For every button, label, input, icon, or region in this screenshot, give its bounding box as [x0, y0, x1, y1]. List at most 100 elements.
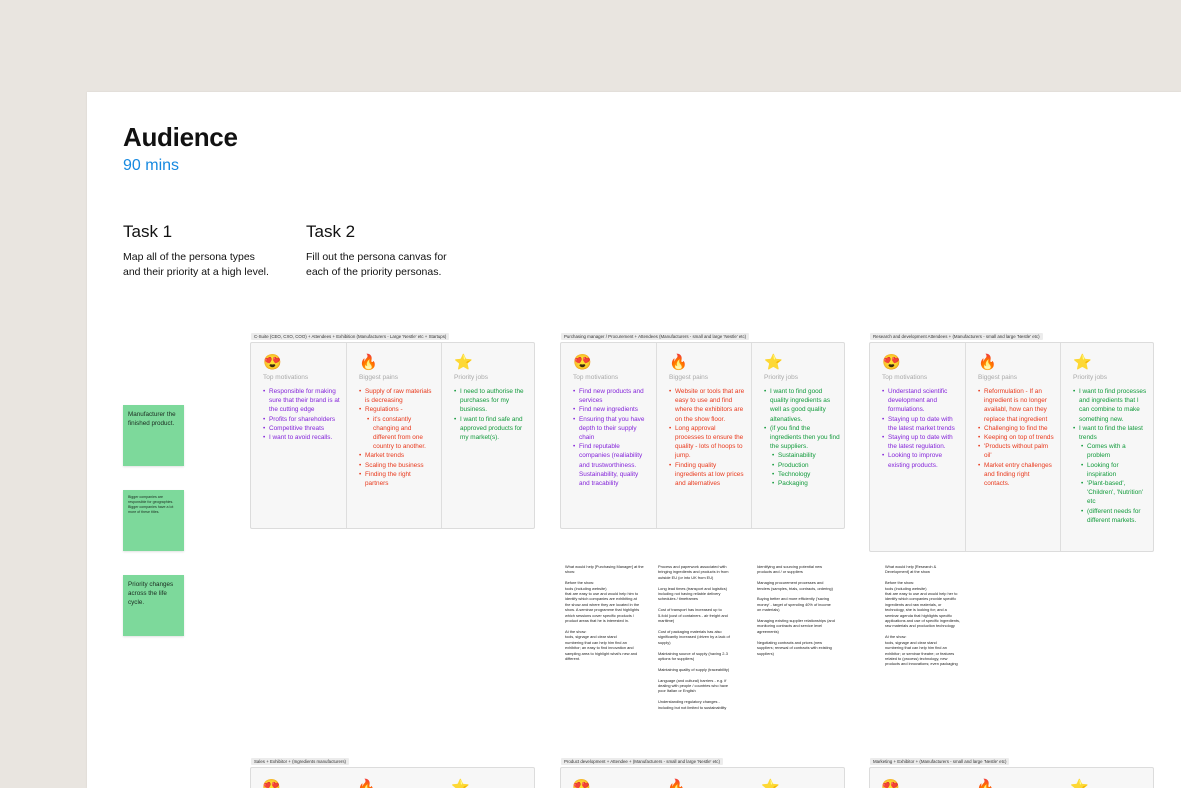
- list-item[interactable]: Find reputable companies (realiability a…: [573, 442, 650, 488]
- star-emoji-icon: ⭐: [761, 779, 780, 788]
- list-item[interactable]: Website or tools that are easy to use an…: [669, 387, 745, 424]
- bullet-list: Responsible for making sure that their b…: [263, 387, 340, 442]
- bullet-list: Find new products and servicesFind new i…: [573, 387, 650, 488]
- list-item[interactable]: Staying up to date with the latest marke…: [882, 415, 959, 433]
- frame-label[interactable]: Marketing + Exhibitor + (Manufacturers -…: [870, 758, 1010, 765]
- list-item[interactable]: Supply of raw materials is decreasing: [359, 387, 435, 405]
- star-emoji-icon: ⭐: [1070, 779, 1089, 788]
- sticky-note[interactable]: Bigger companies are responsible for geo…: [123, 490, 184, 551]
- fire-emoji-icon: 🔥: [978, 354, 997, 371]
- fire-emoji-icon: 🔥: [976, 779, 995, 788]
- fire-emoji-icon: 🔥: [667, 779, 686, 788]
- fire-emoji-icon: 🔥: [669, 354, 688, 371]
- heart-eyes-emoji-icon: 😍: [262, 779, 281, 788]
- list-item[interactable]: Production: [764, 461, 840, 470]
- sticky-note[interactable]: Priority changes across the life cycle.: [123, 575, 184, 636]
- list-item[interactable]: Understand scientific development and fo…: [882, 387, 959, 415]
- heart-eyes-emoji-icon: 😍: [881, 779, 900, 788]
- duration-label: 90 mins: [123, 157, 180, 174]
- heart-eyes-emoji-icon: 😍: [573, 354, 592, 371]
- list-item[interactable]: I need to authorise the purchases for my…: [454, 387, 530, 415]
- list-item[interactable]: (if you find the ingredients then you fi…: [764, 424, 840, 452]
- persona-canvas-frame[interactable]: 😍 Top motivations Find new products and se…: [560, 342, 845, 529]
- column-jobs: ⭐ Priority jobs I want to find good qualit…: [751, 343, 846, 528]
- column-jobs: ⭐ Priority jobs I want to find processes a…: [1060, 343, 1155, 551]
- list-item[interactable]: Find new ingredients: [573, 405, 650, 414]
- frame-label[interactable]: Sales + Exhibitor + (Ingredients manufac…: [251, 758, 350, 765]
- list-item[interactable]: Scaling the business: [359, 461, 435, 470]
- list-item[interactable]: Competitive threats: [263, 424, 340, 433]
- star-emoji-icon: ⭐: [1073, 354, 1092, 371]
- list-item[interactable]: it's constantly changing and different f…: [359, 415, 435, 452]
- list-item[interactable]: Profits for shareholders: [263, 415, 340, 424]
- list-item[interactable]: Looking to improve existing products.: [882, 451, 959, 469]
- persona-canvas-frame[interactable]: 😍 🔥 ⭐: [250, 767, 535, 788]
- frame-label[interactable]: Product development + Attendee + (Manufa…: [561, 758, 723, 765]
- frame-label[interactable]: C-Suite (CEO, CXO, COO) + Attendees + Ex…: [251, 333, 450, 340]
- list-item[interactable]: I want to find good quality ingredients …: [764, 387, 840, 424]
- column-heading: Top motivations: [882, 374, 928, 381]
- column-pains: 🔥 Biggest pains Reformulation - If an ingr…: [965, 343, 1060, 551]
- list-item[interactable]: Sustainability: [764, 451, 840, 460]
- column-motivations: 😍 Top motivations Understand scientific de…: [870, 343, 965, 551]
- column-motivations: 😍 Top motivations Find new products and se…: [561, 343, 656, 528]
- fire-emoji-icon: 🔥: [357, 779, 376, 788]
- frame-label[interactable]: Research and development Attendees + (Ma…: [870, 333, 1043, 340]
- list-item[interactable]: Looking for inspiration: [1073, 461, 1149, 479]
- bullet-list: I need to authorise the purchases for my…: [454, 387, 530, 442]
- persona-canvas-frame[interactable]: 😍 🔥 ⭐: [560, 767, 845, 788]
- column-heading: Priority jobs: [1073, 374, 1107, 381]
- list-item[interactable]: Staying up to date with the latest regul…: [882, 433, 959, 451]
- list-item[interactable]: Keeping on top of trends: [978, 433, 1054, 442]
- list-item[interactable]: I want to find processes and ingredients…: [1073, 387, 1149, 424]
- column-heading: Priority jobs: [454, 374, 488, 381]
- list-item[interactable]: Challenging to find the: [978, 424, 1054, 433]
- column-heading: Priority jobs: [764, 374, 798, 381]
- bullet-list: Supply of raw materials is decreasingReg…: [359, 387, 435, 488]
- notes-block[interactable]: What would help [Research & Development]…: [885, 564, 961, 667]
- list-item[interactable]: I want to find safe and approved product…: [454, 415, 530, 443]
- list-item[interactable]: I want to avoid recalls.: [263, 433, 340, 442]
- bullet-list: Understand scientific development and fo…: [882, 387, 959, 470]
- persona-canvas-frame[interactable]: 😍 🔥 ⭐: [869, 767, 1154, 788]
- list-item[interactable]: Comes with a problem: [1073, 442, 1149, 460]
- list-item[interactable]: Packaging: [764, 479, 840, 488]
- column-pains: 🔥 Biggest pains Supply of raw materials is…: [346, 343, 441, 528]
- sticky-note[interactable]: Manufacturer the finished product.: [123, 405, 184, 466]
- persona-canvas-frame[interactable]: 😍 Top motivations Understand scientific de…: [869, 342, 1154, 552]
- notes-block[interactable]: Process and paperwork associated with br…: [658, 564, 746, 710]
- fire-emoji-icon: 🔥: [359, 354, 378, 371]
- star-emoji-icon: ⭐: [451, 779, 470, 788]
- list-item[interactable]: 'Products without palm oil': [978, 442, 1054, 460]
- task-2-description: Fill out the persona canvas for each of …: [306, 251, 447, 278]
- column-heading: Biggest pains: [359, 374, 399, 381]
- bullet-list: Website or tools that are easy to use an…: [669, 387, 745, 488]
- star-emoji-icon: ⭐: [454, 354, 473, 371]
- list-item[interactable]: Ensuring that you have depth to their su…: [573, 415, 650, 443]
- list-item[interactable]: I want to find the latest trends: [1073, 424, 1149, 442]
- list-item[interactable]: Finding the right partners: [359, 470, 435, 488]
- heart-eyes-emoji-icon: 😍: [882, 354, 901, 371]
- bullet-list: I want to find good quality ingredients …: [764, 387, 840, 488]
- column-jobs: ⭐ Priority jobs I need to authorise the pu…: [441, 343, 536, 528]
- task-1-title: Task 1: [123, 222, 173, 241]
- list-item[interactable]: Market trends: [359, 451, 435, 460]
- list-item[interactable]: Reformulation - If an ingredient is no l…: [978, 387, 1054, 424]
- notes-block[interactable]: What would help [Purchasing Manager] at …: [565, 564, 647, 661]
- persona-canvas-frame[interactable]: 😍 Top motivations Responsible for making s…: [250, 342, 535, 529]
- column-pains: 🔥 Biggest pains Website or tools that are …: [656, 343, 751, 528]
- list-item[interactable]: 'Plant-based', 'Children', 'Nutrition' e…: [1073, 479, 1149, 507]
- notes-block[interactable]: Identifying and sourcing potential new p…: [757, 564, 849, 656]
- list-item[interactable]: Finding quality ingredients at low price…: [669, 461, 745, 489]
- list-item[interactable]: Technology: [764, 470, 840, 479]
- frame-label[interactable]: Purchasing manager / Procurement + Atten…: [561, 333, 750, 340]
- list-item[interactable]: Regulations -: [359, 405, 435, 414]
- list-item[interactable]: Find new products and services: [573, 387, 650, 405]
- column-heading: Top motivations: [263, 374, 309, 381]
- list-item[interactable]: Market entry challenges and finding righ…: [978, 461, 1054, 489]
- whiteboard-canvas[interactable]: Audience 90 mins Task 1 Map all of the p…: [87, 92, 1181, 788]
- column-heading: Top motivations: [573, 374, 619, 381]
- list-item[interactable]: Responsible for making sure that their b…: [263, 387, 340, 415]
- list-item[interactable]: Long approval processes to ensure the qu…: [669, 424, 745, 461]
- list-item[interactable]: (different needs for different markets.: [1073, 507, 1149, 525]
